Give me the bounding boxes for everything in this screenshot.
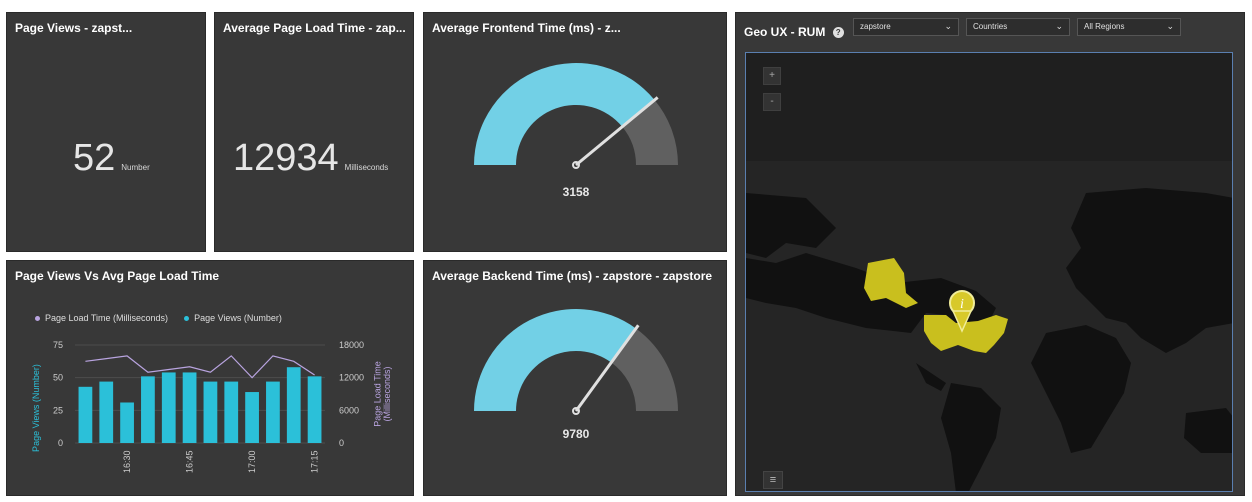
landmass-arctic (746, 193, 836, 258)
world-map[interactable]: + - i ≡ (745, 52, 1233, 492)
select-value: Countries (973, 22, 1008, 31)
y2-tick-label: 12000 (339, 373, 364, 383)
bar (78, 386, 93, 443)
select-value: zapstore (860, 22, 891, 31)
x-tick-label: 16:45 (185, 450, 195, 473)
hamburger-icon[interactable]: ≡ (763, 471, 783, 489)
metric-unit: Number (121, 163, 150, 172)
chevron-down-icon: ⌄ (1055, 21, 1063, 31)
y2-tick-label: 0 (339, 438, 344, 448)
landmass-australia (1184, 408, 1232, 453)
gauge-value: 3158 (562, 185, 590, 199)
y-tick-label: 50 (53, 373, 63, 383)
x-tick-label: 16:30 (122, 450, 132, 473)
bar (203, 381, 218, 443)
combo-chart: 0 25 50 75 0 6000 12000 18000 Page Views (Number… (31, 340, 392, 473)
metric-value: 12934 (233, 137, 339, 179)
chevron-down-icon: ⌄ (944, 21, 952, 31)
marker-label: i (960, 297, 964, 312)
bar (99, 381, 114, 443)
landmass-central-america (916, 363, 946, 391)
bar (182, 372, 197, 443)
y2-tick-label: 18000 (339, 340, 364, 350)
landmass-south-america (941, 383, 1001, 491)
page-views-panel: Page Views - zapst... 52 Number (6, 12, 206, 252)
map-canvas: i (746, 188, 1232, 491)
gauge-value: 9780 (562, 427, 590, 441)
y-axis-label: Page Views (Number) (31, 364, 41, 452)
bar (141, 376, 155, 443)
metric-value: 52 (73, 137, 116, 179)
combo-chart-panel: Page Views Vs Avg Page Load Time Page Lo… (6, 260, 414, 496)
gauge-fill (474, 63, 655, 165)
bar (224, 381, 239, 443)
region-select[interactable]: All Regions ⌄ (1077, 18, 1181, 36)
metric-unit: Milliseconds (344, 163, 389, 172)
geo-level-select[interactable]: Countries ⌄ (966, 18, 1070, 36)
backend-gauge (474, 309, 678, 415)
y-tick-label: 0 (58, 438, 63, 448)
bar (120, 402, 134, 443)
line-series (85, 355, 315, 379)
landmass-africa (1031, 325, 1131, 453)
y-tick-label: 75 (53, 340, 63, 350)
panel-title: Page Views - zapst... (15, 21, 133, 35)
backend-gauge-panel: Average Backend Time (ms) - zapstore - z… (423, 260, 727, 496)
x-tick-label: 17:15 (310, 450, 320, 473)
page-views-metric: 52 Number (73, 137, 150, 180)
y-tick-label: 25 (53, 405, 63, 415)
frontend-gauge (474, 63, 678, 169)
geo-title: Geo UX - RUM (744, 25, 826, 39)
frontend-gauge-panel: Average Frontend Time (ms) - z... 3158 (423, 12, 727, 252)
bar (266, 381, 280, 443)
x-tick-label: 17:00 (247, 450, 257, 473)
app-select[interactable]: zapstore ⌄ (853, 18, 959, 36)
bar (161, 372, 176, 443)
bar (286, 367, 301, 443)
y2-axis-label: Page Load Time(Milliseconds) (372, 361, 392, 427)
avg-load-metric: 12934 Milliseconds (233, 137, 388, 180)
chevron-down-icon: ⌄ (1166, 21, 1174, 31)
question-circle-icon[interactable]: ? (832, 27, 844, 39)
bar (307, 376, 322, 443)
avg-load-panel: Average Page Load Time - zap... 12934 Mi… (214, 12, 414, 252)
select-value: All Regions (1084, 22, 1125, 31)
panel-title: Average Page Load Time - zap... (223, 21, 405, 35)
bar (245, 392, 259, 443)
y2-tick-label: 6000 (339, 405, 359, 415)
